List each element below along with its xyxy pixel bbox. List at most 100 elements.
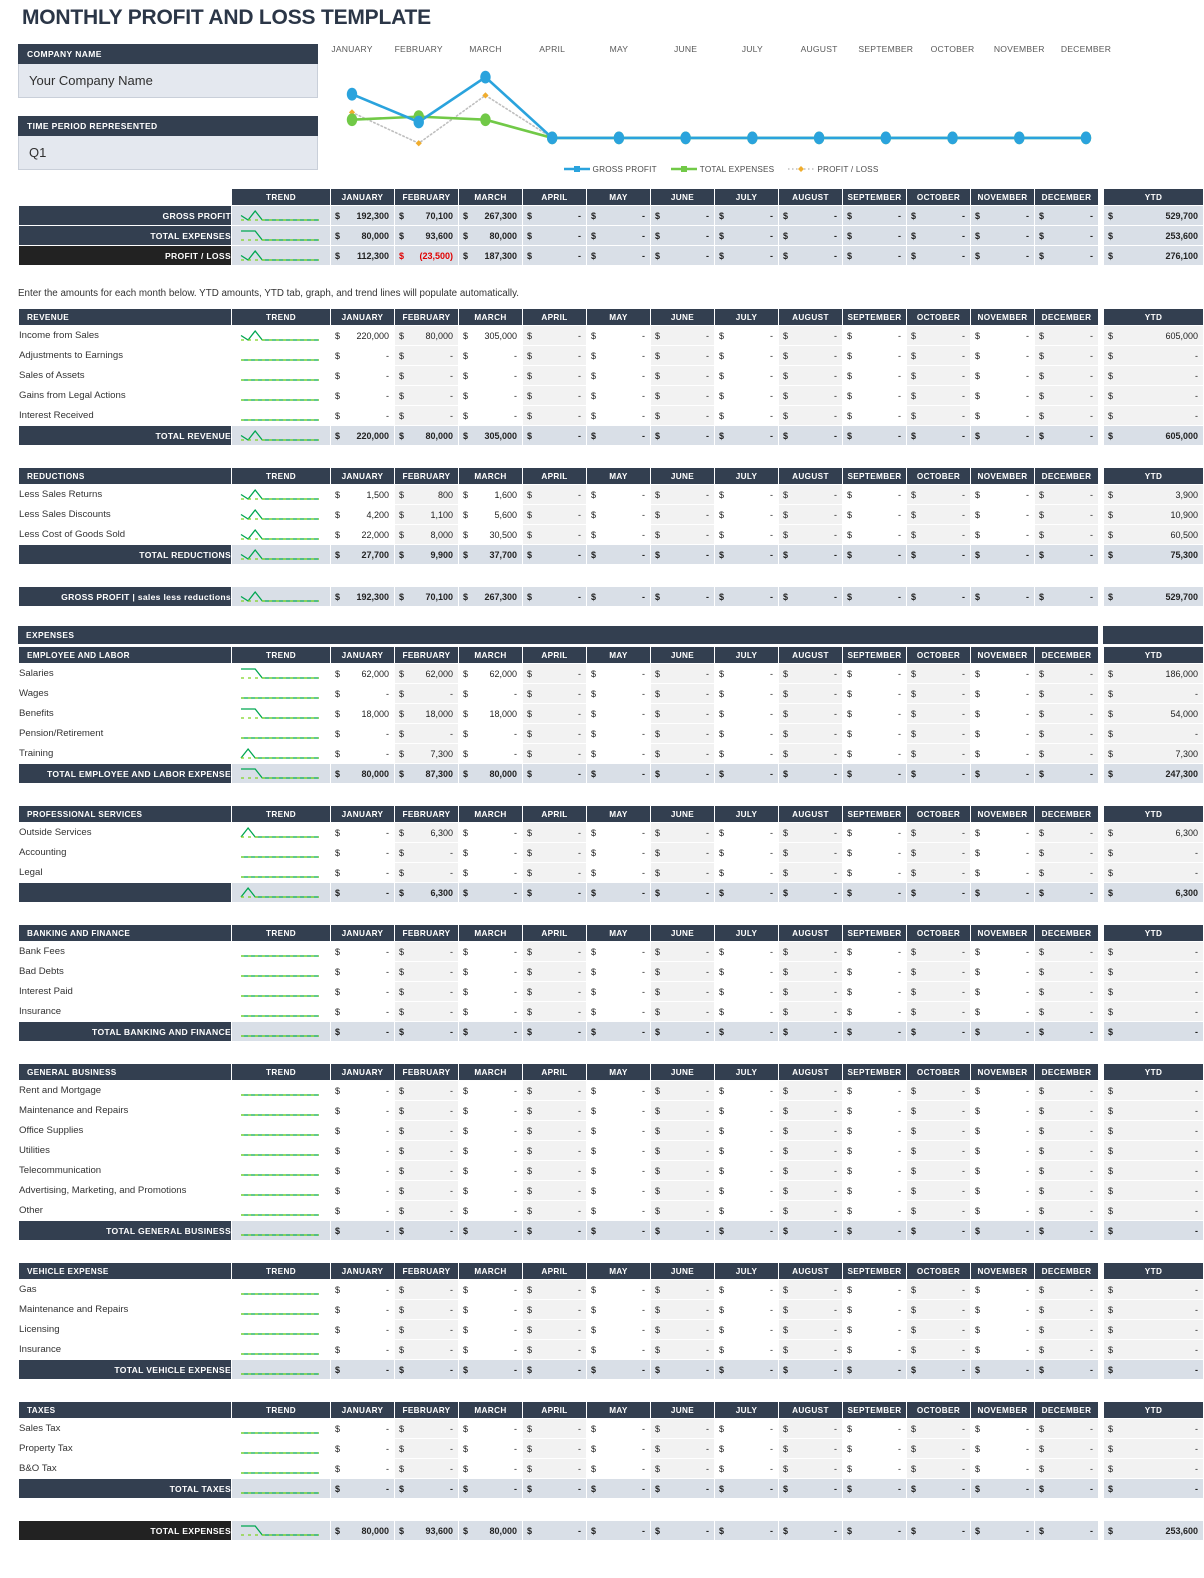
ytd-amount-cell[interactable]: $6,300 xyxy=(1103,822,1204,843)
amount-cell[interactable]: $ - xyxy=(906,981,971,1002)
amount-cell[interactable]: $ - xyxy=(714,1319,779,1340)
amount-cell[interactable]: $ - xyxy=(714,981,779,1002)
amount-cell[interactable]: $ - xyxy=(778,345,843,366)
total-amount-cell[interactable]: $ - xyxy=(458,1220,523,1241)
amount-cell[interactable]: $ - xyxy=(394,1458,459,1479)
amount-cell[interactable]: $ - xyxy=(522,1180,587,1201)
amount-cell[interactable]: $ - xyxy=(778,1140,843,1161)
total-amount-cell[interactable]: $6,300 xyxy=(394,882,459,903)
column-header-trend[interactable]: TREND xyxy=(231,308,331,326)
amount-cell[interactable]: $ - xyxy=(714,1140,779,1161)
amount-cell[interactable]: $ - xyxy=(650,1180,715,1201)
column-header-trend[interactable]: TREND xyxy=(231,188,331,206)
total-amount-cell[interactable]: $ - xyxy=(586,763,651,784)
amount-cell[interactable]: $ - xyxy=(522,743,587,764)
amount-cell[interactable]: $ - xyxy=(394,941,459,962)
amount-cell[interactable]: $ - xyxy=(842,385,907,406)
amount-cell[interactable]: $ - xyxy=(330,723,395,744)
total-amount-cell[interactable]: $ - xyxy=(970,225,1035,246)
total-amount-cell[interactable]: $ - xyxy=(1034,1021,1099,1042)
amount-cell[interactable]: $ - xyxy=(906,703,971,724)
total-amount-cell[interactable]: $ - xyxy=(394,1478,459,1499)
amount-cell[interactable]: $ - xyxy=(522,663,587,684)
ytd-amount-cell[interactable]: $ - xyxy=(1103,862,1204,883)
amount-cell[interactable]: $ - xyxy=(906,941,971,962)
column-header-month[interactable]: FEBRUARY xyxy=(394,1063,459,1081)
amount-cell[interactable]: $ - xyxy=(842,981,907,1002)
amount-cell[interactable]: $ - xyxy=(394,1140,459,1161)
amount-cell[interactable]: $ - xyxy=(330,1418,395,1439)
total-amount-cell[interactable]: $ - xyxy=(842,245,907,266)
column-header-month[interactable]: FEBRUARY xyxy=(394,924,459,942)
amount-cell[interactable]: $ - xyxy=(522,1140,587,1161)
total-amount-cell[interactable]: $ - xyxy=(970,586,1035,607)
amount-cell[interactable]: $ - xyxy=(778,1279,843,1300)
amount-cell[interactable]: $ - xyxy=(586,1418,651,1439)
amount-cell[interactable]: $ - xyxy=(522,1339,587,1360)
amount-cell[interactable]: $ - xyxy=(778,504,843,525)
amount-cell[interactable]: $ - xyxy=(970,1458,1035,1479)
amount-cell[interactable]: $ - xyxy=(458,1160,523,1181)
amount-cell[interactable]: $ - xyxy=(330,1140,395,1161)
column-header-month[interactable]: NOVEMBER xyxy=(970,924,1035,942)
total-amount-cell[interactable]: $ - xyxy=(906,225,971,246)
amount-cell[interactable]: $ - xyxy=(778,1438,843,1459)
amount-cell[interactable]: $ - xyxy=(778,1080,843,1101)
total-amount-cell[interactable]: $ - xyxy=(522,882,587,903)
amount-cell[interactable]: $ - xyxy=(330,1180,395,1201)
total-amount-cell[interactable]: $80,000 xyxy=(330,1520,395,1541)
amount-cell[interactable]: $ - xyxy=(458,862,523,883)
amount-cell[interactable]: $ - xyxy=(458,683,523,704)
column-header-month[interactable]: FEBRUARY xyxy=(394,467,459,485)
amount-cell[interactable]: $ - xyxy=(330,941,395,962)
amount-cell[interactable]: $ - xyxy=(394,1180,459,1201)
amount-cell[interactable]: $ - xyxy=(906,842,971,863)
column-header-trend[interactable]: TREND xyxy=(231,805,331,823)
amount-cell[interactable]: $ - xyxy=(1034,345,1099,366)
column-header-ytd[interactable]: YTD xyxy=(1103,188,1204,206)
amount-cell[interactable]: $ - xyxy=(458,1418,523,1439)
total-amount-cell[interactable]: $80,000 xyxy=(330,763,395,784)
total-amount-cell[interactable]: $ - xyxy=(458,1478,523,1499)
total-amount-cell[interactable]: $ - xyxy=(906,544,971,565)
total-amount-cell[interactable]: $ - xyxy=(522,1520,587,1541)
total-amount-cell[interactable]: $ - xyxy=(522,586,587,607)
column-header-month[interactable]: APRIL xyxy=(522,805,587,823)
amount-cell[interactable]: $ - xyxy=(1034,981,1099,1002)
amount-cell[interactable]: $ - xyxy=(394,1001,459,1022)
total-amount-cell[interactable]: $ - xyxy=(970,425,1035,446)
amount-cell[interactable]: $18,000 xyxy=(458,703,523,724)
amount-cell[interactable]: $ - xyxy=(1034,663,1099,684)
amount-cell[interactable]: $ - xyxy=(586,1140,651,1161)
ytd-amount-cell[interactable]: $529,700 xyxy=(1103,586,1204,607)
amount-cell[interactable]: $ - xyxy=(650,1458,715,1479)
ytd-amount-cell[interactable]: $ - xyxy=(1103,1180,1204,1201)
column-header-month[interactable]: DECEMBER xyxy=(1034,188,1099,206)
amount-cell[interactable]: $ - xyxy=(458,961,523,982)
total-amount-cell[interactable]: $ - xyxy=(970,205,1035,226)
amount-cell[interactable]: $ - xyxy=(650,1160,715,1181)
amount-cell[interactable]: $ - xyxy=(650,1100,715,1121)
amount-cell[interactable]: $ - xyxy=(970,385,1035,406)
amount-cell[interactable]: $ - xyxy=(1034,524,1099,545)
banking-finance-title[interactable]: BANKING AND FINANCE xyxy=(18,924,232,942)
amount-cell[interactable]: $ - xyxy=(522,524,587,545)
amount-cell[interactable]: $ - xyxy=(906,345,971,366)
amount-cell[interactable]: $ - xyxy=(650,941,715,962)
total-amount-cell[interactable]: $112,300 xyxy=(330,245,395,266)
amount-cell[interactable]: $ - xyxy=(842,484,907,505)
total-amount-cell[interactable]: $ - xyxy=(778,544,843,565)
column-header-month[interactable]: DECEMBER xyxy=(1034,467,1099,485)
total-amount-cell[interactable]: $ - xyxy=(842,1021,907,1042)
total-amount-cell[interactable]: $ - xyxy=(778,225,843,246)
amount-cell[interactable]: $ - xyxy=(522,1299,587,1320)
ytd-amount-cell[interactable]: $605,000 xyxy=(1103,425,1204,446)
total-amount-cell[interactable]: $ - xyxy=(906,882,971,903)
amount-cell[interactable]: $ - xyxy=(330,1001,395,1022)
amount-cell[interactable]: $ - xyxy=(778,822,843,843)
total-amount-cell[interactable]: $ - xyxy=(1034,544,1099,565)
amount-cell[interactable]: $ - xyxy=(842,1140,907,1161)
column-header-month[interactable]: APRIL xyxy=(522,1262,587,1280)
total-amount-cell[interactable]: $ - xyxy=(650,586,715,607)
amount-cell[interactable]: $ - xyxy=(394,683,459,704)
